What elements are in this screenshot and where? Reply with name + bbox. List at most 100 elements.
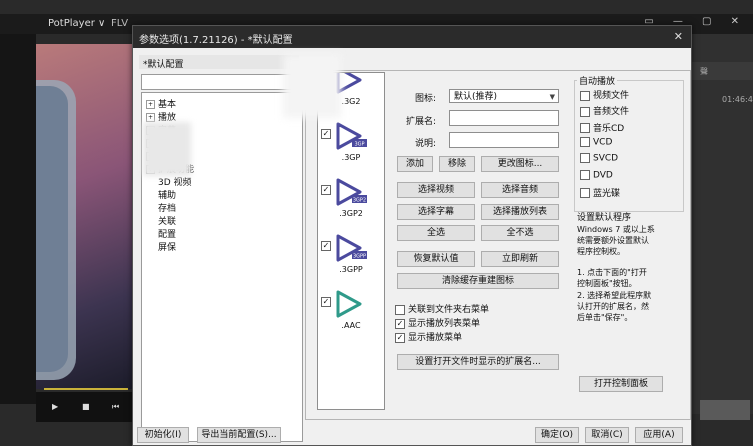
extension-item[interactable]: ✓ .AAC: [318, 283, 384, 339]
export-config-button[interactable]: 导出当前配置(S)...: [197, 427, 281, 443]
checkbox[interactable]: [580, 169, 590, 180]
autoplay-option[interactable]: 音乐CD: [580, 121, 624, 134]
tree-item-label: 屏保: [158, 243, 177, 253]
restore-default-button[interactable]: 恢复默认值: [397, 251, 475, 267]
seek-bar[interactable]: [44, 388, 128, 390]
checkbox[interactable]: [580, 90, 590, 101]
autoplay-option-label: 音频文件: [593, 107, 630, 118]
context-option[interactable]: ✓ 显示播放菜单: [395, 330, 462, 343]
extension-icon-list[interactable]: .3G2 ✓ 3GP .3GP ✓ 3GP2.3GP2 ✓ 3GPP .3GPP ✓ .AAC: [317, 72, 385, 410]
clear-cache-button[interactable]: 清除缓存重建图标: [397, 273, 559, 289]
select-video-button[interactable]: 选择视频: [397, 182, 475, 198]
prev-icon[interactable]: ⏮: [112, 402, 119, 412]
select-subtitle-button[interactable]: 选择字幕: [397, 204, 475, 220]
stop-icon[interactable]: ■: [82, 402, 90, 411]
cancel-button[interactable]: 取消(C): [585, 427, 629, 443]
search-input[interactable]: [141, 74, 303, 90]
potplayer-menu-button[interactable]: PotPlayer ∨: [48, 18, 105, 29]
play-icon[interactable]: ▶: [52, 402, 58, 411]
select-all-button[interactable]: 全选: [397, 225, 475, 241]
default-program-line3: 程序控制权。: [577, 247, 625, 256]
extension-checkbox[interactable]: ✓: [321, 129, 331, 139]
context-option[interactable]: 关联到文件夹右菜单: [395, 302, 489, 315]
set-extension-display-button[interactable]: 设置打开文件时显示的扩展名...: [397, 354, 559, 370]
icon-select[interactable]: 默认(推荐) ▼: [449, 89, 559, 103]
tree-item-label: 基本: [158, 100, 177, 110]
step1-line1: 1. 点击下面的"打开: [577, 268, 647, 277]
extension-checkbox[interactable]: ✓: [321, 241, 331, 251]
icon-label: 图标:: [415, 94, 437, 104]
playlist-panel: [692, 34, 753, 414]
autoplay-option[interactable]: 视频文件: [580, 88, 629, 101]
profile-name: *默认配置: [143, 60, 184, 70]
autoplay-option-label: DVD: [593, 170, 613, 180]
tree-item[interactable]: 屏保: [158, 240, 176, 253]
tree-item-label: 配置: [158, 230, 177, 240]
select-audio-button[interactable]: 选择音频: [481, 182, 559, 198]
checkbox[interactable]: [580, 153, 590, 164]
format-tab[interactable]: FLV: [111, 18, 128, 29]
change-icon-button[interactable]: 更改图标...: [481, 156, 559, 172]
expand-icon[interactable]: +: [146, 113, 155, 122]
extension-field[interactable]: [449, 110, 559, 126]
icon-tag-text: 3GPP: [353, 254, 366, 260]
add-button[interactable]: 添加: [397, 156, 433, 172]
autoplay-option[interactable]: 音频文件: [580, 104, 629, 117]
extension-item[interactable]: ✓ 3GP2 .3GP2: [318, 171, 384, 227]
autoplay-option-label: 音乐CD: [593, 123, 625, 134]
initialize-button[interactable]: 初始化(I): [137, 427, 189, 443]
context-option[interactable]: ✓ 显示播放列表菜单: [395, 316, 480, 329]
autoplay-option[interactable]: SVCD: [580, 153, 618, 164]
checkbox[interactable]: [580, 123, 590, 134]
step2-line1: 2. 选择希望此程序默: [577, 291, 652, 300]
icon-select-value: 默认(推荐): [454, 92, 498, 102]
autoplay-option-label: SVCD: [593, 153, 619, 164]
checkbox[interactable]: [580, 136, 590, 147]
video-file-icon: 3GP: [336, 122, 367, 150]
description-field[interactable]: [449, 132, 559, 148]
tree-item[interactable]: 配置: [158, 227, 176, 240]
autoplay-option[interactable]: DVD: [580, 169, 613, 180]
autoplay-option[interactable]: VCD: [580, 136, 612, 147]
step2-line3: 后单击"保存"。: [577, 313, 633, 322]
tree-item[interactable]: 存档: [158, 201, 176, 214]
expand-icon[interactable]: +: [146, 100, 155, 109]
tree-item[interactable]: + 基本: [146, 97, 176, 110]
default-program-line1: Windows 7 或以上系: [577, 225, 655, 234]
chevron-down-icon: ▼: [549, 93, 555, 101]
preferences-dialog: 参数选项(1.7.21126) - *默认配置 ✕ *默认配置 +基本+播放+字…: [132, 25, 692, 446]
tree-item[interactable]: 3D 视频: [158, 175, 192, 188]
extension-checkbox[interactable]: ✓: [321, 297, 331, 307]
checkbox[interactable]: ✓: [395, 332, 405, 343]
extension-item[interactable]: ✓ 3GPP .3GPP: [318, 227, 384, 283]
obscured-area-top: [283, 54, 341, 118]
select-none-button[interactable]: 全不选: [481, 225, 559, 241]
playlist-header-text: 聲: [700, 67, 708, 76]
checkbox[interactable]: [580, 188, 590, 199]
extension-label: 扩展名:: [406, 117, 437, 127]
audio-file-icon: [336, 290, 362, 318]
checkbox[interactable]: [580, 106, 590, 117]
open-control-panel-button[interactable]: 打开控制面板: [579, 376, 663, 392]
video-phone-screen: [36, 86, 68, 372]
close-icon[interactable]: ✕: [674, 30, 683, 43]
autoplay-option[interactable]: 蓝光碟: [580, 186, 620, 199]
tree-item-label: 存档: [158, 204, 177, 214]
checkbox[interactable]: ✓: [395, 318, 405, 329]
select-playlist-button[interactable]: 选择播放列表: [481, 204, 559, 220]
video-file-icon: 3GPP: [336, 234, 367, 262]
ok-button[interactable]: 确定(O): [535, 427, 579, 443]
checkbox[interactable]: [395, 304, 405, 315]
extension-item[interactable]: ✓ 3GP .3GP: [318, 115, 384, 171]
apply-button[interactable]: 应用(A): [635, 427, 683, 443]
playlist-footer: [700, 400, 750, 420]
extension-checkbox[interactable]: ✓: [321, 185, 331, 195]
tree-item[interactable]: 关联: [158, 214, 176, 227]
extension-label: .3GP: [341, 153, 361, 162]
context-option-label: 显示播放列表菜单: [408, 319, 481, 329]
remove-button[interactable]: 移除: [439, 156, 475, 172]
tree-item[interactable]: 辅助: [158, 188, 176, 201]
autoplay-title: 自动播放: [577, 74, 618, 87]
refresh-now-button[interactable]: 立即刷新: [481, 251, 559, 267]
video-file-icon: 3GP2: [336, 178, 367, 206]
